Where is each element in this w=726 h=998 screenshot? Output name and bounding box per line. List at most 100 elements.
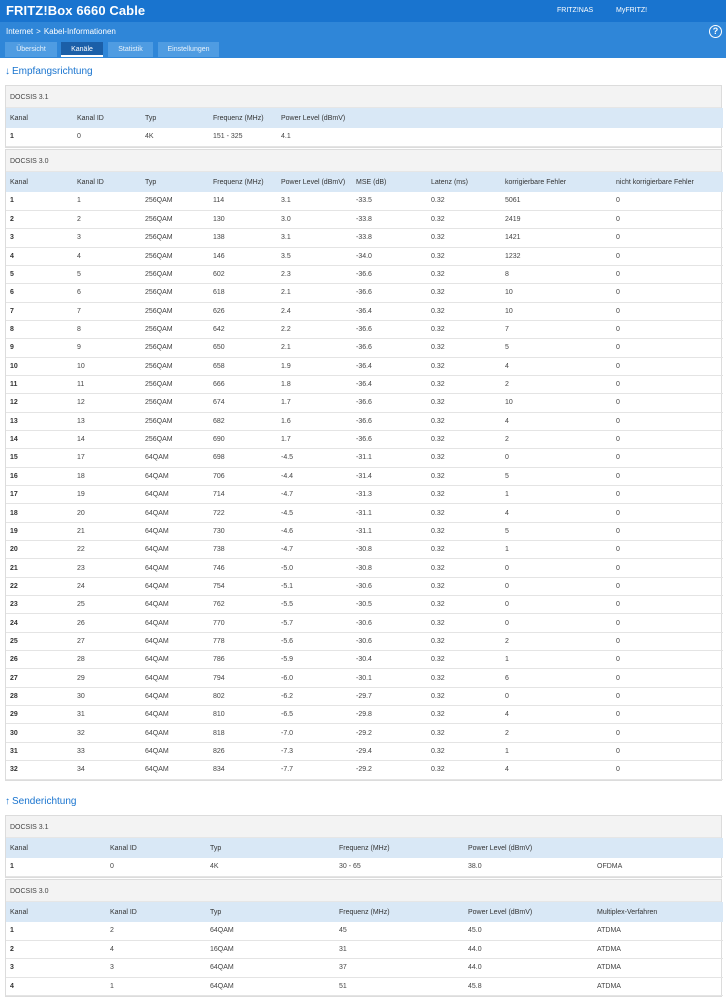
table-cell: 714: [213, 491, 225, 499]
table-cell: 3: [10, 234, 14, 242]
table-cell: 810: [213, 711, 225, 719]
table-cell: 5061: [505, 197, 521, 205]
table-cell: 0: [616, 527, 620, 535]
table-cell: 0.32: [431, 766, 445, 774]
table-cell: 0: [616, 509, 620, 517]
table-cell: 32: [77, 729, 85, 737]
table-cell: 8: [10, 326, 14, 334]
table-cell: 0: [616, 766, 620, 774]
table-cell: 64QAM: [145, 564, 169, 572]
table-cell: 0: [616, 637, 620, 645]
table-cell: 14: [10, 436, 18, 444]
table-row: 26 28 64QAM 786 -5.9 -30.4 0.32 1 0: [6, 651, 723, 669]
column-header: Typ: [145, 178, 157, 186]
table-cell: 0.32: [431, 656, 445, 664]
table-cell: -4.5: [281, 509, 294, 517]
table-cell: 64QAM: [145, 729, 169, 737]
table-cell: 3.1: [281, 197, 291, 205]
table-cell: -6.5: [281, 711, 294, 719]
help-icon[interactable]: ?: [709, 25, 722, 38]
table-cell: 0: [616, 289, 620, 297]
table-cell: 5: [77, 271, 81, 279]
table-cell: 138: [213, 234, 225, 242]
table-cell: -30.8: [356, 546, 372, 554]
table-row: 32 34 64QAM 834 -7.7 -29.2 0.32 4 0: [6, 761, 723, 779]
tab-uebersicht[interactable]: Übersicht: [5, 42, 57, 57]
column-header: Latenz (ms): [431, 178, 468, 186]
arrow-up-icon: ↑: [5, 796, 10, 807]
table-cell: -5.1: [281, 582, 294, 590]
table-cell: 64QAM: [145, 472, 169, 480]
table-cell: 0: [616, 491, 620, 499]
table-cell: -29.7: [356, 692, 372, 700]
table-cell: 10: [505, 307, 513, 315]
column-header: Power Level (dBmV): [281, 178, 346, 186]
table-cell: 0: [616, 307, 620, 315]
table-cell: 4: [110, 946, 114, 954]
downstream-docsis30-label: DOCSIS 3.0: [6, 150, 721, 172]
column-header: Kanal ID: [110, 908, 137, 916]
table-cell: 0.32: [431, 399, 445, 407]
table-cell: -29.2: [356, 729, 372, 737]
table-cell: 1: [10, 863, 14, 871]
table-cell: 0.32: [431, 472, 445, 480]
table-cell: 0.32: [431, 326, 445, 334]
table-header-row: Kanal Kanal ID Typ Frequenz (MHz) Power Leve…: [6, 902, 723, 922]
table-cell: -36.6: [356, 326, 372, 334]
table-cell: 0: [616, 582, 620, 590]
table-cell: 256QAM: [145, 436, 173, 444]
myfritz-link[interactable]: MyFRITZ!: [616, 7, 647, 14]
breadcrumb-internet[interactable]: Internet: [6, 27, 33, 36]
table-row: 20 22 64QAM 738 -4.7 -30.8 0.32 1 0: [6, 541, 723, 559]
table-cell: 1.7: [281, 399, 291, 407]
table-cell: -4.4: [281, 472, 294, 480]
table-row: 3 3 256QAM 138 3.1 -33.8 0.32 1421 0: [6, 229, 723, 248]
table-row: 11 11 256QAM 666 1.8 -36.4 0.32 2 0: [6, 375, 723, 394]
tab-kanaele[interactable]: Kanäle: [61, 42, 103, 57]
table-cell: 1: [505, 546, 509, 554]
table-cell: 3: [110, 964, 114, 972]
table-cell: 8: [505, 271, 509, 279]
table-row: 4 1 64QAM 51 45.8 ATDMA: [6, 977, 723, 996]
table-cell: 666: [213, 381, 225, 389]
table-cell: 18: [77, 472, 85, 480]
table-cell: -6.0: [281, 674, 294, 682]
table-cell: 2: [505, 637, 509, 645]
table-cell: -31.1: [356, 454, 372, 462]
table-cell: 4: [505, 766, 509, 774]
table-cell: 0: [505, 619, 509, 627]
table-cell: 14: [77, 436, 85, 444]
table-cell: 28: [77, 656, 85, 664]
table-cell: 45.8: [468, 982, 482, 990]
table-cell: 0.32: [431, 197, 445, 205]
table-cell: 0.32: [431, 271, 445, 279]
tab-statistik[interactable]: Statistik: [108, 42, 153, 57]
table-cell: 0: [616, 729, 620, 737]
breadcrumb: Internet > Kabel-Informationen: [6, 27, 116, 36]
column-header: Typ: [145, 114, 157, 122]
table-cell: 256QAM: [145, 417, 173, 425]
table-cell: 64QAM: [145, 601, 169, 609]
table-cell: 0: [616, 326, 620, 334]
table-row: 18 20 64QAM 722 -4.5 -31.1 0.32 4 0: [6, 504, 723, 523]
table-cell: 0: [616, 472, 620, 480]
tab-einstellungen[interactable]: Einstellungen: [158, 42, 219, 57]
upstream-docsis30-table: Kanal Kanal ID Typ Frequenz (MHz) Power Leve…: [6, 902, 723, 996]
table-cell: 25: [10, 637, 18, 645]
table-cell: 2: [77, 216, 81, 224]
table-cell: 256QAM: [145, 252, 173, 260]
table-cell: 1421: [505, 234, 521, 242]
downstream-docsis30-panel: DOCSIS 3.0 Kanal Kanal ID Typ Frequenz (MHz…: [5, 149, 723, 781]
table-cell: 256QAM: [145, 399, 173, 407]
table-cell: 22: [77, 546, 85, 554]
table-cell: 0: [77, 133, 81, 141]
table-cell: -30.5: [356, 601, 372, 609]
column-header: Typ: [210, 908, 222, 916]
column-header: Frequenz (MHz): [339, 844, 390, 852]
column-header: Kanal: [10, 114, 28, 122]
table-cell: 4: [505, 417, 509, 425]
table-row: 3 3 64QAM 37 44.0 ATDMA: [6, 959, 723, 978]
fritz-nas-link[interactable]: FRITZ!NAS: [557, 7, 593, 14]
table-cell: 2: [10, 216, 14, 224]
column-header: nicht korrigierbare Fehler: [616, 178, 694, 186]
